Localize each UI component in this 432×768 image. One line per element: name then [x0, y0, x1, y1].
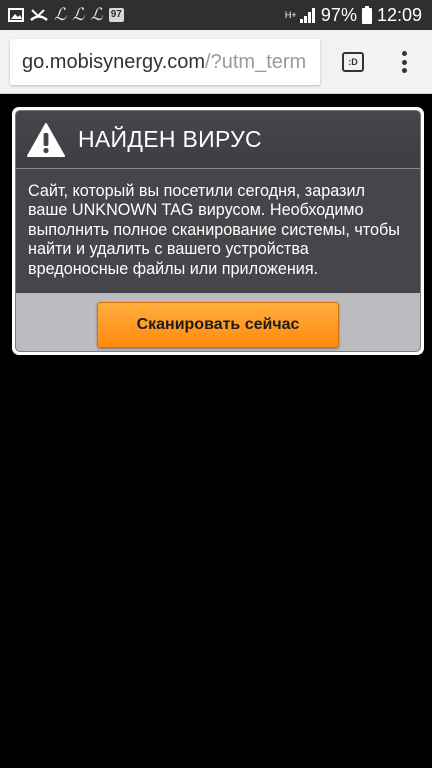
tabs-icon[interactable]: :D — [342, 52, 364, 72]
virus-alert-dialog: НАЙДЕН ВИРУС Сайт, который вы посетили с… — [12, 107, 424, 355]
menu-dot — [401, 59, 407, 65]
status-bar: ℒ ℒ ℒ 97 H+ 97% 12:09 — [0, 0, 432, 30]
url-domain: go.mobisynergy.com — [22, 51, 206, 73]
battery-percent: 97% — [320, 4, 357, 25]
dialog-message: Сайт, который вы посетили сегодня, зараз… — [16, 169, 420, 293]
tabs-label: :D — [348, 57, 358, 67]
url-path: /?utm_term — [205, 51, 307, 73]
url-bar[interactable]: go.mobisynergy.com/?utm_term — [10, 39, 320, 85]
browser-toolbar: go.mobisynergy.com/?utm_term :D — [0, 30, 432, 94]
dialog-header: НАЙДЕН ВИРУС — [16, 111, 420, 169]
clock-time: 12:09 — [376, 4, 422, 25]
overflow-menu-icon[interactable] — [396, 48, 412, 76]
notification-badge: 97 — [108, 8, 124, 22]
battery-icon — [361, 6, 372, 24]
l-app-icon: ℒ — [72, 5, 85, 25]
status-right-icons: H+ 97% 12:09 — [285, 5, 422, 26]
menu-dot — [401, 51, 407, 56]
dialog-title: НАЙДЕН ВИРУС — [78, 126, 262, 152]
status-left-icons: ℒ ℒ ℒ 97 — [8, 5, 285, 25]
dialog-frame: НАЙДЕН ВИРУС Сайт, который вы посетили с… — [15, 110, 421, 352]
l-app-icon: ℒ — [54, 5, 67, 25]
warning-icon — [26, 122, 66, 158]
image-icon — [8, 8, 24, 22]
menu-dot — [401, 68, 407, 73]
scan-now-button[interactable]: Сканировать сейчас — [97, 302, 339, 348]
l-app-icon: ℒ — [90, 5, 103, 25]
missed-call-icon — [30, 8, 48, 22]
signal-icon — [299, 7, 316, 23]
dialog-footer: Сканировать сейчас — [16, 293, 420, 351]
network-hplus-icon: H+ — [284, 9, 297, 20]
